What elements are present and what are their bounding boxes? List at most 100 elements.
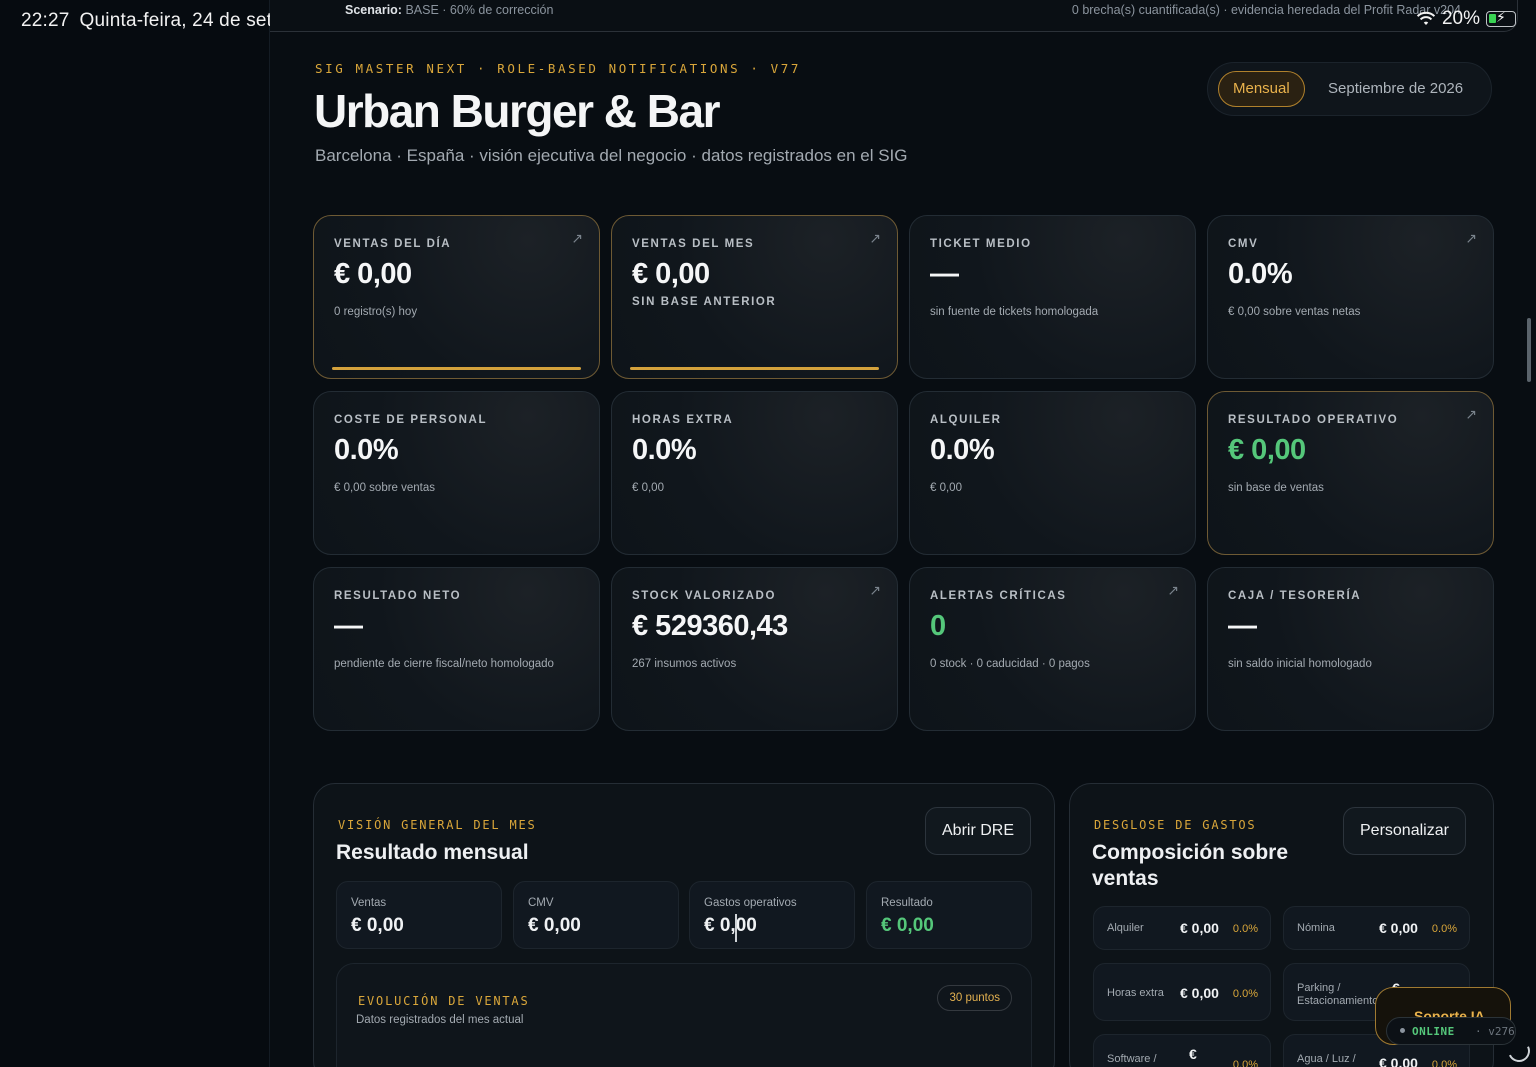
vertical-scrollbar[interactable] [1527,318,1531,382]
kpi-label: VENTAS DEL MES [632,238,755,250]
kpi-card-resultado-neto: RESULTADO NETO — pendiente de cierre fis… [313,567,600,731]
kpi-card-coste-personal: COSTE DE PERSONAL 0.0% € 0,00 sobre vent… [313,391,600,555]
cost-label: Software / [1107,1053,1157,1065]
kpi-label: CAJA / TESORERÍA [1228,590,1362,602]
kpi-label: RESULTADO NETO [334,590,462,602]
customize-button[interactable]: Personalizar [1343,807,1466,855]
scenario-label: Scenario: [345,3,402,17]
kpi-label: COSTE DE PERSONAL [334,414,488,426]
kpi-label: VENTAS DEL DÍA [334,238,452,250]
metric-label: Resultado [881,897,933,909]
kpi-label: CMV [1228,238,1259,250]
metric-value: € 0,00 [528,915,581,936]
kpi-card-resultado-operativo[interactable]: RESULTADO OPERATIVO € 0,00 sin base de v… [1207,391,1494,555]
points-badge[interactable]: 30 puntos [937,985,1012,1011]
open-arrow-icon[interactable]: ↗ [1465,406,1477,423]
kpi-card-cmv[interactable]: CMV 0.0% € 0,00 sobre ventas netas ↗ [1207,215,1494,379]
cost-label: Horas extra [1107,987,1164,999]
metric-value: € 0,00 [704,915,757,936]
metric-resultado: Resultado € 0,00 [866,881,1032,949]
kpi-note: € 0,00 sobre ventas [334,482,436,494]
cost-value: € 0,00 [1379,1055,1418,1067]
kpi-card-stock-valorizado[interactable]: STOCK VALORIZADO € 529360,43 267 insumos… [611,567,898,731]
kpi-label: ALQUILER [930,414,1002,426]
metric-value: € 0,00 [881,915,934,936]
page-subtitle: Barcelona · España · visión ejecutiva de… [315,146,908,165]
breach-info: 0 brecha(s) cuantificada(s) · evidencia … [1071,3,1461,17]
breakdown-kicker: DESGLOSE DE GASTOS [1094,818,1257,832]
kpi-value: € 529360,43 [632,610,788,642]
cost-value: € 0,00 [1180,985,1219,1001]
kpi-card-ventas-dia[interactable]: VENTAS DEL DÍA € 0,00 0 registro(s) hoy … [313,215,600,379]
sales-evolution-card: EVOLUCIÓN DE VENTAS Datos registrados de… [336,963,1032,1067]
cost-percent: 0.0% [1431,1059,1457,1067]
kpi-note: sin saldo inicial homologado [1228,658,1372,670]
cost-value: € [1189,1046,1197,1062]
kpi-note: € 0,00 [930,482,962,494]
wifi-icon [1416,11,1436,25]
evolution-subtitle: Datos registrados del mes actual [356,1014,524,1026]
scenario-info: Scenario: BASE · 60% de corrección [345,3,553,17]
battery-icon: ⚡ [1486,9,1516,27]
kpi-note: 0 stock · 0 caducidad · 0 pagos [930,658,1090,670]
metric-label: CMV [528,897,554,909]
kpi-value: 0.0% [1228,258,1293,290]
cost-item-software: Software / € 0.0% [1093,1034,1271,1067]
kpi-card-ticket-medio: TICKET MEDIO — sin fuente de tickets hom… [909,215,1196,379]
open-arrow-icon[interactable]: ↗ [869,230,881,247]
cost-percent: 0.0% [1232,923,1258,935]
open-dre-button[interactable]: Abrir DRE [925,807,1032,855]
metric-ventas: Ventas € 0,00 [336,881,502,949]
connection-status: ONLINE · v276 [1386,1017,1516,1045]
kpi-label: ALERTAS CRÍTICAS [930,590,1067,602]
metric-cmv: CMV € 0,00 [513,881,679,949]
kpi-value: 0 [930,610,946,642]
kpi-value: — [1228,610,1257,642]
kpi-card-alquiler: ALQUILER 0.0% € 0,00 [909,391,1196,555]
app-version: · v276 [1475,1025,1515,1038]
scenario-bar: Scenario: BASE · 60% de corrección 0 bre… [270,0,1518,32]
metric-label: Gastos operativos [704,897,797,909]
kpi-note: sin fuente de tickets homologada [930,306,1099,318]
kpi-value: 0.0% [930,434,995,466]
open-arrow-icon[interactable]: ↗ [571,230,583,247]
cost-percent: 0.0% [1232,988,1258,1000]
text-cursor [735,914,737,942]
scenario-value: BASE · 60% de corrección [405,3,554,17]
period-mode-button[interactable]: Mensual [1218,71,1305,107]
open-arrow-icon[interactable]: ↗ [1167,582,1179,599]
kpi-label: RESULTADO OPERATIVO [1228,414,1399,426]
cost-item-alquiler: Alquiler € 0,00 0.0% [1093,906,1271,950]
online-label: ONLINE [1412,1025,1455,1038]
kpi-accent-bar [332,367,581,370]
kpi-value: — [930,258,959,290]
period-month[interactable]: Septiembre de 2026 [1328,80,1463,97]
kpi-value: € 0,00 [334,258,412,290]
kpi-note: € 0,00 sobre ventas netas [1228,306,1361,318]
breakdown-title: Composición sobre ventas [1092,840,1288,892]
cost-percent: 0.0% [1232,1059,1258,1067]
overview-kicker: VISIÓN GENERAL DEL MES [338,818,537,832]
overview-title: Resultado mensual [336,841,529,864]
kpi-card-alertas-criticas[interactable]: ALERTAS CRÍTICAS 0 0 stock · 0 caducidad… [909,567,1196,731]
kpi-note: sin base de ventas [1228,482,1324,494]
cost-label: Agua / Luz / [1297,1053,1356,1065]
cost-item-horas-extra: Horas extra € 0,00 0.0% [1093,963,1271,1021]
header-kicker: SIG MASTER NEXT · ROLE-BASED NOTIFICATIO… [315,61,802,76]
open-arrow-icon[interactable]: ↗ [1465,230,1477,247]
kpi-comparison: SIN BASE ANTERIOR [632,296,777,308]
breakdown-title-line2: ventas [1092,867,1159,890]
page-title: Urban Burger & Bar [314,85,720,137]
kpi-accent-bar [630,367,879,370]
kpi-value: 0.0% [334,434,399,466]
kpi-note: € 0,00 [632,482,664,494]
breakdown-title-line1: Composición sobre [1092,841,1289,864]
kpi-card-ventas-mes[interactable]: VENTAS DEL MES € 0,00 SIN BASE ANTERIOR … [611,215,898,379]
cost-label-line1: Parking / [1297,982,1341,994]
status-dot-icon [1400,1028,1405,1033]
metric-gastos-operativos: Gastos operativos € 0,00 [689,881,855,949]
open-arrow-icon[interactable]: ↗ [869,582,881,599]
period-selector: Mensual Septiembre de 2026 [1207,62,1492,116]
cost-item-nomina: Nómina € 0,00 0.0% [1283,906,1470,950]
metric-value: € 0,00 [351,915,404,936]
